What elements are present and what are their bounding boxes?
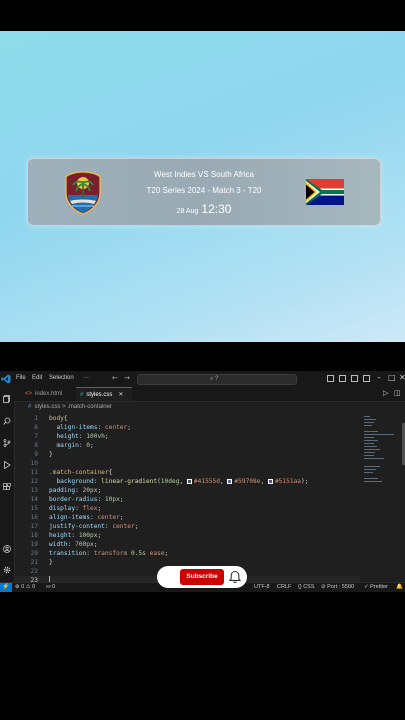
account-icon[interactable] [3, 545, 11, 553]
code-line: 12 background: linear-gradient(10deg, #4… [30, 478, 309, 485]
code-line: 18 height: 100px; [30, 532, 102, 539]
code-editor-window: File Edit Selection ··· ← → ⌕ ? – □ ✕ <>… [0, 371, 405, 592]
code-line: 13 padding: 20px; [30, 487, 102, 494]
eol-status[interactable]: CRLF [277, 584, 291, 590]
back-arrow-icon[interactable]: ← [112, 374, 118, 382]
close-window-icon[interactable]: ✕ [399, 373, 405, 382]
run-file-icon[interactable]: ▷ [383, 389, 388, 397]
css-file-icon: # [28, 404, 32, 410]
code-line: 14 border-radius: 10px; [30, 496, 124, 503]
code-line: 7 height: 100vh; [34, 433, 109, 440]
match-date: 28 Aug [176, 208, 199, 215]
breadcrumb[interactable]: # styles.css > .match-container [28, 404, 112, 410]
settings-gear-icon[interactable] [3, 566, 11, 574]
bell-icon[interactable] [228, 570, 242, 584]
activity-bar [0, 387, 15, 582]
css-file-icon: # [80, 392, 84, 398]
remote-indicator[interactable]: ⚡ [0, 583, 12, 592]
command-center-text: ⌕ ? [210, 376, 219, 382]
code-line: 10 [30, 460, 38, 467]
tab-label: styles.css [86, 392, 113, 398]
menu-file[interactable]: File [16, 375, 26, 381]
color-swatch[interactable] [267, 479, 273, 484]
code-line: 11 .match-container{ [30, 469, 113, 476]
menu-selection[interactable]: Selection [49, 375, 74, 381]
code-line: 6 align-items: center; [34, 424, 131, 431]
title-bar: File Edit Selection ··· ← → ⌕ ? – □ ✕ [0, 371, 405, 388]
explorer-icon[interactable] [3, 395, 11, 403]
vscode-logo-icon [1, 374, 11, 384]
breadcrumb-symbol: .match-container [67, 404, 112, 410]
color-swatch[interactable] [227, 479, 233, 484]
subscribe-button[interactable]: Subscribe [180, 569, 224, 585]
tab-index-html[interactable]: <> index.html [22, 387, 77, 401]
prettier-status[interactable]: ✓ Prettier [364, 584, 388, 590]
html-file-icon: <> [25, 391, 33, 397]
match-time: 12:30 [201, 202, 232, 216]
problems-status[interactable]: ⊗ 0 ⚠ 0 [15, 584, 35, 590]
maximize-icon[interactable]: □ [388, 373, 396, 382]
language-status[interactable]: {} CSS [298, 584, 315, 590]
extensions-icon[interactable] [3, 483, 11, 491]
code-line: 15 display: flex; [30, 505, 102, 512]
code-line: 19 width: 700px; [30, 541, 98, 548]
code-line: 1 body{ [34, 415, 68, 422]
browser-preview: West Indies VS South Africa T20 Series 2… [0, 31, 405, 342]
toggle-sidebar-icon[interactable] [327, 375, 334, 382]
menu-edit[interactable]: Edit [32, 375, 42, 381]
code-line: 20 transition: transform 0.5s ease; [30, 550, 169, 557]
code-area[interactable]: 1 body{ 6 align-items: center; 7 height: … [14, 414, 360, 582]
split-editor-icon[interactable]: ◫ [394, 389, 401, 397]
code-line: 9} [34, 451, 53, 458]
minimize-icon[interactable]: – [377, 373, 381, 382]
code-line: 17 justify-content: center; [30, 523, 139, 530]
customize-layout-icon[interactable] [363, 375, 370, 382]
forward-arrow-icon[interactable]: → [124, 374, 130, 382]
menu-more[interactable]: ··· [83, 375, 89, 381]
south-africa-flag [306, 179, 344, 205]
subscribe-overlay: Subscribe [157, 566, 247, 588]
toggle-secondary-sidebar-icon[interactable] [351, 375, 358, 382]
match-card[interactable]: West Indies VS South Africa T20 Series 2… [27, 158, 381, 226]
ports-status[interactable]: ⛀ 0 [46, 584, 55, 590]
code-line: 8 margin: 0; [34, 442, 94, 449]
toggle-panel-icon[interactable] [339, 375, 346, 382]
color-swatch[interactable] [186, 479, 192, 484]
live-server-port[interactable]: ⊘ Port : 5500 [321, 584, 354, 590]
encoding-status[interactable]: UTF-8 [254, 584, 270, 590]
minimap[interactable] [360, 414, 405, 582]
search-icon[interactable] [3, 417, 11, 425]
source-control-icon[interactable] [3, 439, 11, 447]
match-title: West Indies VS South Africa [154, 170, 254, 179]
tab-label: index.html [35, 391, 63, 397]
command-center[interactable]: ⌕ ? [137, 374, 297, 385]
editor-tabs: <>index.html #styles.css✕ ▷ ◫ ··· [14, 387, 405, 402]
tab-styles-css[interactable]: # styles.css ✕ [76, 387, 132, 401]
code-line: 16 align-items: center; [30, 514, 124, 521]
close-tab-icon[interactable]: ✕ [118, 392, 123, 398]
notifications-icon[interactable]: 🔔 [396, 584, 403, 590]
run-debug-icon[interactable] [3, 461, 11, 469]
top-letterbox [0, 0, 405, 31]
